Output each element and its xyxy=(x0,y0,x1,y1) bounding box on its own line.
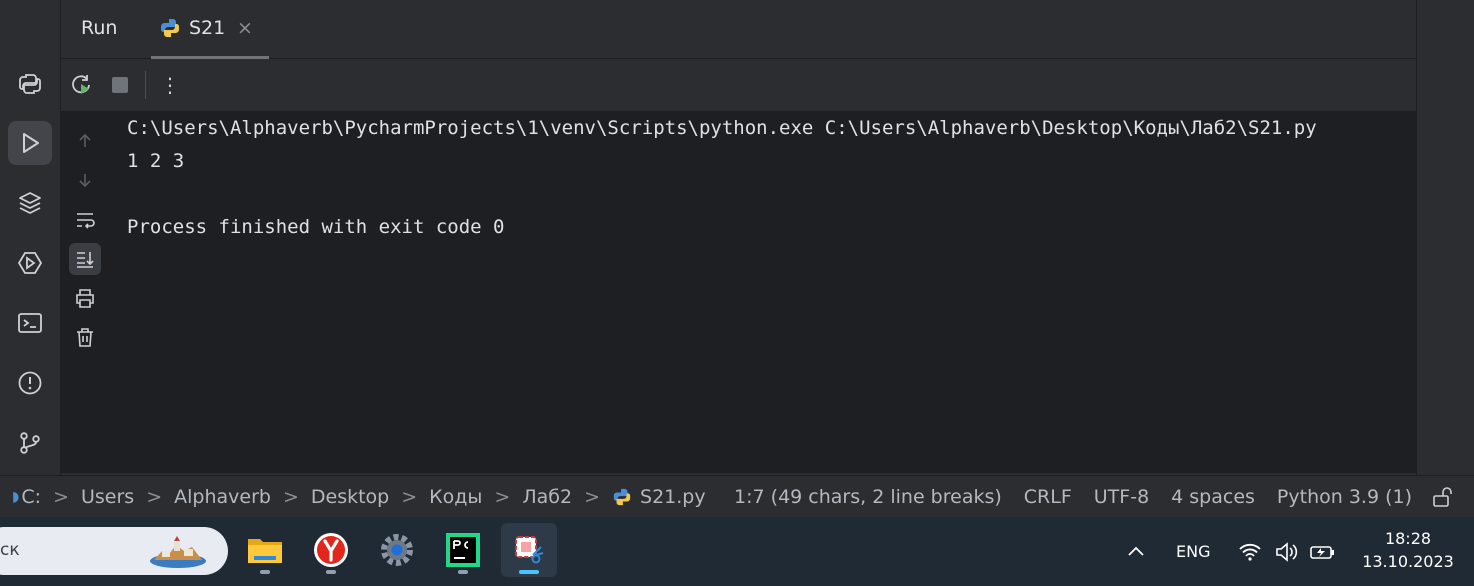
right-tool-strip xyxy=(1416,0,1474,475)
python-file-icon xyxy=(613,488,631,506)
snipping-tool-icon xyxy=(515,536,544,564)
volume-icon[interactable] xyxy=(1274,517,1300,586)
git-icon[interactable] xyxy=(8,421,52,465)
problems-icon[interactable] xyxy=(8,361,52,405)
settings-app[interactable] xyxy=(369,523,425,577)
run-toolbar: ⋮ xyxy=(61,59,1416,111)
python-file-icon xyxy=(161,19,179,37)
lock-icon[interactable] xyxy=(1431,486,1453,508)
console-line: 1 2 3 xyxy=(127,150,185,172)
show-hidden-icons[interactable] xyxy=(1125,517,1147,586)
running-indicator xyxy=(326,570,336,574)
run-window-title: Run xyxy=(81,17,118,39)
toolbar-separator xyxy=(145,71,146,99)
layers-icon[interactable] xyxy=(8,181,52,225)
close-tab-icon[interactable]: × xyxy=(237,17,253,39)
terminal-icon[interactable] xyxy=(8,301,52,345)
pycharm-app[interactable] xyxy=(435,523,491,577)
print-icon[interactable] xyxy=(69,282,101,314)
console-output[interactable]: C:\Users\Alphaverb\PycharmProjects\1\ven… xyxy=(109,111,1416,473)
breadcrumb-item[interactable]: S21.py xyxy=(640,486,706,508)
clock-date: 13.10.2023 xyxy=(1362,552,1454,571)
system-clock[interactable]: 18:28 13.10.2023 xyxy=(1356,527,1460,573)
search-highlight-image xyxy=(150,536,206,568)
indent-setting[interactable]: 4 spaces xyxy=(1171,486,1255,508)
running-indicator xyxy=(260,570,270,574)
breadcrumb-item[interactable]: C: xyxy=(21,486,41,508)
chevron-right-icon: > xyxy=(282,486,299,508)
scroll-to-end-icon[interactable] xyxy=(69,243,101,275)
status-bar: ◗ C: > Users > Alphaverb > Desktop > Код… xyxy=(0,475,1474,518)
breadcrumb-item[interactable]: Коды xyxy=(429,486,482,508)
chevron-right-icon: > xyxy=(494,486,511,508)
console-line: C:\Users\Alphaverb\PycharmProjects\1\ven… xyxy=(127,117,1317,139)
stop-icon[interactable] xyxy=(106,71,134,99)
taskbar: ск ENG 18:28 13.10.2023 xyxy=(0,517,1474,586)
gear-icon xyxy=(381,534,413,566)
caret-position[interactable]: 1:7 (49 chars, 2 line breaks) xyxy=(734,486,1002,508)
tool-window-strip xyxy=(0,0,61,475)
drive-icon: ◗ xyxy=(12,489,20,505)
taskbar-search[interactable]: ск xyxy=(0,527,228,575)
chevron-right-icon: > xyxy=(401,486,418,508)
chevron-right-icon: > xyxy=(584,486,601,508)
clock-time: 18:28 xyxy=(1384,529,1432,548)
chevron-right-icon: > xyxy=(53,486,69,508)
scroll-up-icon[interactable] xyxy=(69,125,101,157)
yandex-browser-app[interactable] xyxy=(303,523,359,577)
breadcrumb-item[interactable]: Alphaverb xyxy=(174,486,271,508)
wifi-icon[interactable] xyxy=(1238,517,1262,586)
tab-s21[interactable]: S21 × xyxy=(151,0,269,59)
search-text: ск xyxy=(0,540,20,560)
run-tool-icon[interactable] xyxy=(8,121,52,165)
yandex-browser-icon xyxy=(314,533,348,567)
snipping-tool-app[interactable] xyxy=(501,523,557,577)
line-separator[interactable]: CRLF xyxy=(1024,486,1072,508)
breadcrumb-item[interactable]: Users xyxy=(81,486,134,508)
rerun-icon[interactable] xyxy=(67,71,95,99)
more-options-icon[interactable]: ⋮ xyxy=(156,71,184,99)
status-widgets: 1:7 (49 chars, 2 line breaks) CRLF UTF-8… xyxy=(734,486,1412,508)
chevron-right-icon: > xyxy=(146,486,163,508)
battery-icon[interactable] xyxy=(1309,517,1337,586)
console-side-tools xyxy=(61,111,109,473)
python-interpreter[interactable]: Python 3.9 (1) xyxy=(1277,486,1412,508)
breadcrumb-item[interactable]: Лаб2 xyxy=(522,486,572,508)
file-explorer-app[interactable] xyxy=(237,523,293,577)
clear-all-icon[interactable] xyxy=(69,321,101,353)
python-console-icon[interactable] xyxy=(8,62,52,106)
scroll-down-icon[interactable] xyxy=(69,164,101,196)
folder-icon xyxy=(248,539,282,563)
services-icon[interactable] xyxy=(8,241,52,285)
console-line: Process finished with exit code 0 xyxy=(127,216,505,238)
soft-wrap-icon[interactable] xyxy=(69,204,101,236)
running-indicator xyxy=(519,570,539,574)
file-encoding[interactable]: UTF-8 xyxy=(1094,486,1149,508)
run-tabbar: Run S21 × xyxy=(61,0,1416,59)
running-indicator xyxy=(458,570,468,574)
pycharm-icon xyxy=(446,533,480,567)
input-language[interactable]: ENG xyxy=(1176,517,1210,586)
breadcrumb: ◗ C: > Users > Alphaverb > Desktop > Код… xyxy=(12,486,706,508)
tab-s21-label: S21 xyxy=(189,17,226,39)
chevron-up-icon xyxy=(1128,546,1144,556)
breadcrumb-item[interactable]: Desktop xyxy=(311,486,389,508)
